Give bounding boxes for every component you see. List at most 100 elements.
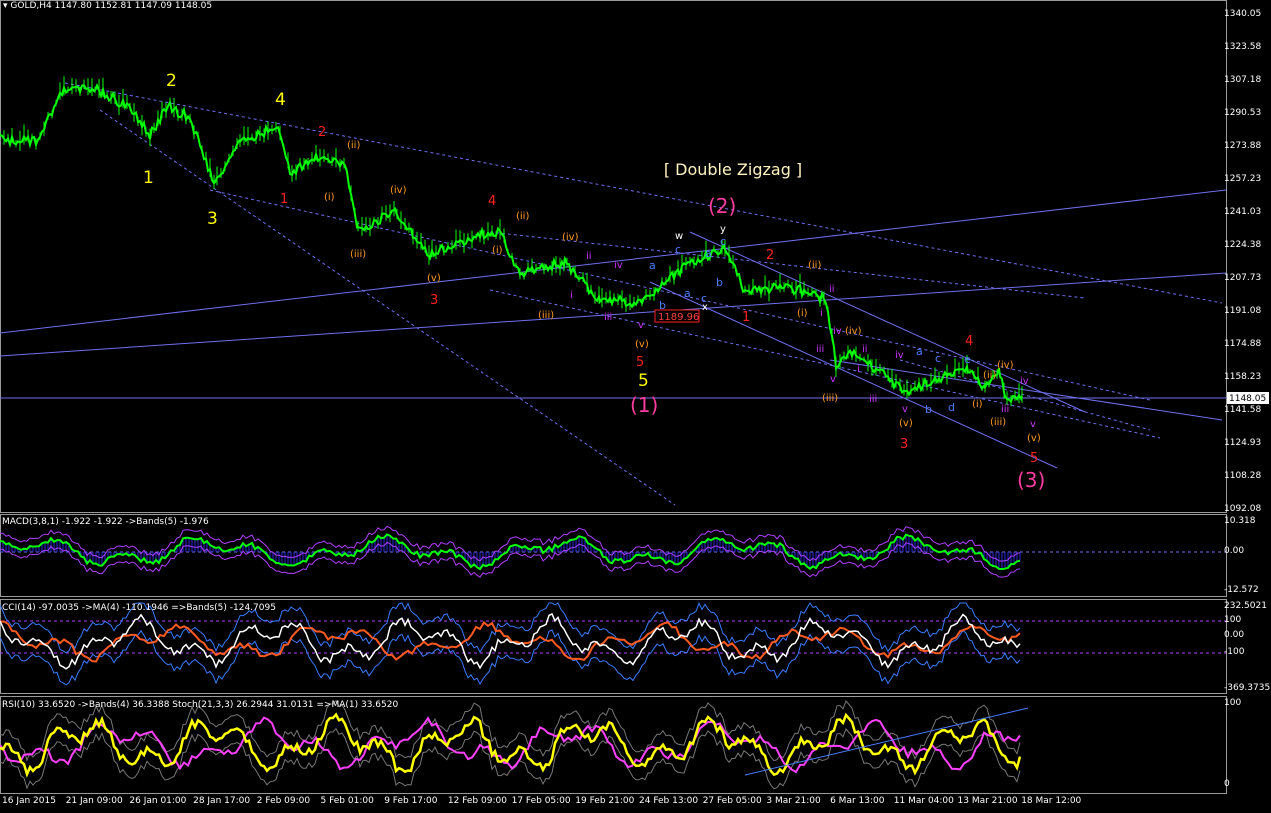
svg-text:v: v: [902, 404, 908, 415]
svg-text:(ii): (ii): [516, 211, 529, 222]
svg-text:(v): (v): [1027, 433, 1041, 444]
time-tick-label: 27 Feb 05:00: [702, 796, 762, 806]
macd-pane[interactable]: [0, 525, 1226, 578]
axis-tick-label: 1257.23: [1224, 174, 1262, 184]
axis-tick-label: 1323.58: [1224, 42, 1262, 52]
pane-borders: [0, 0, 1227, 794]
axis-tick-label: 1290.53: [1224, 108, 1262, 118]
rsi-label: RSI(10) 33.6520 ->Bands(4) 36.3388 Stoch…: [2, 700, 399, 710]
svg-text:3: 3: [900, 437, 908, 452]
chart-canvas[interactable]: 1189.96 [ Double Zigzag ] 2 4 1 3 5 (2) …: [0, 0, 1271, 813]
time-tick-label: 3 Mar 21:00: [766, 796, 821, 806]
svg-text:v: v: [1030, 419, 1036, 430]
time-tick-label: 12 Feb 09:00: [447, 796, 507, 806]
stoch-line: [0, 716, 1021, 774]
svg-text:(iv): (iv): [562, 232, 579, 243]
svg-text:(iv): (iv): [390, 185, 407, 196]
solid-trendlines: [0, 189, 1227, 469]
time-tick-label: 5 Feb 01:00: [320, 796, 374, 806]
svg-text:a: a: [684, 287, 691, 300]
dotted-trendlines: [64, 82, 1223, 506]
rsi-trendline: [744, 707, 1029, 776]
svg-text:2: 2: [766, 248, 774, 263]
time-tick-label: 21 Jan 09:00: [65, 796, 123, 806]
svg-text:(i): (i): [972, 399, 983, 410]
svg-text:2: 2: [318, 125, 326, 140]
svg-text:iv: iv: [1020, 376, 1029, 387]
svg-text:iii: iii: [1001, 404, 1009, 415]
svg-text:iv: iv: [833, 326, 842, 337]
axis-tick-label: 1108.28: [1224, 471, 1262, 481]
axis-tick-label: -369.3735: [1224, 683, 1271, 693]
svg-text:d: d: [948, 401, 955, 414]
svg-text:(v): (v): [635, 339, 649, 350]
svg-text:iv: iv: [614, 260, 623, 271]
price-chart[interactable]: 1189.96 [ Double Zigzag ] 2 4 1 3 5 (2) …: [0, 71, 1227, 506]
time-tick-label: 17 Feb 05:00: [511, 796, 571, 806]
wave-label-paren-1: (1): [630, 393, 658, 417]
wave-label-1: 1: [143, 168, 154, 188]
magenta-wave-labels: (2) (1) (3): [630, 194, 1045, 492]
svg-text:4: 4: [488, 194, 496, 209]
svg-text:iv: iv: [895, 350, 904, 361]
axis-tick-label: 1273.88: [1224, 141, 1262, 151]
axis-tick-label: 100: [1224, 615, 1242, 625]
svg-text:a: a: [705, 247, 712, 260]
svg-text:ii: ii: [862, 344, 868, 355]
svg-text:b: b: [925, 403, 932, 416]
wave-label-5: 5: [638, 371, 649, 391]
yellow-wave-labels: 2 4 1 3 5: [143, 71, 649, 391]
svg-text:ii: ii: [586, 251, 592, 262]
svg-text:iii: iii: [816, 344, 824, 355]
svg-text:3: 3: [430, 293, 438, 308]
svg-text:i: i: [820, 308, 823, 319]
axis-tick-label: 1307.18: [1224, 75, 1262, 85]
svg-text:(ii): (ii): [983, 370, 996, 381]
axis-tick-label: 1158.23: [1224, 372, 1262, 382]
axis-tick-label: 0.00: [1224, 546, 1245, 556]
svg-text:c: c: [675, 243, 681, 256]
svg-text:5: 5: [636, 355, 644, 370]
axis-tick-label: -12.572: [1224, 585, 1259, 595]
axis-tick-label: -100: [1224, 647, 1245, 657]
svg-text:(iii): (iii): [350, 249, 366, 260]
svg-text:(v): (v): [427, 273, 441, 284]
svg-text:ii: ii: [829, 284, 835, 295]
axis-tick-label: 232.5021: [1224, 601, 1267, 611]
svg-text:(ii): (ii): [347, 140, 360, 151]
svg-text:(v): (v): [899, 418, 913, 429]
time-tick-label: 2 Feb 09:00: [256, 796, 311, 806]
cci-pane[interactable]: [0, 601, 1226, 686]
axis-tick-label: 1241.03: [1224, 207, 1262, 217]
svg-text:e: e: [964, 353, 971, 366]
macd-label: MACD(3,8,1) -1.922 -1.922 ->Bands(5) -1.…: [2, 517, 209, 527]
wave-label-3: 3: [207, 209, 218, 229]
svg-text:(i): (i): [492, 245, 503, 256]
wave-label-paren-3: (3): [1017, 468, 1045, 492]
time-tick-label: 6 Mar 13:00: [830, 796, 885, 806]
svg-text:4: 4: [965, 334, 973, 349]
svg-text:i: i: [570, 290, 573, 301]
svg-text:(iv): (iv): [997, 360, 1014, 371]
svg-text:iii: iii: [604, 312, 612, 323]
svg-text:x: x: [702, 302, 708, 313]
symbol-header: ▾ GOLD,H4 1147.80 1152.81 1147.09 1148.0…: [3, 1, 213, 11]
svg-text:(ii): (ii): [808, 260, 821, 271]
svg-text:v: v: [638, 320, 644, 331]
svg-text:y: y: [720, 224, 726, 235]
time-tick-label: 9 Feb 17:00: [384, 796, 438, 806]
axis-tick-label: 1092.08: [1224, 504, 1262, 514]
price-box-label: 1189.96: [658, 312, 699, 323]
svg-text:(iv): (iv): [845, 326, 862, 337]
axis-tick-label: 10.318: [1224, 516, 1256, 526]
time-tick-label: 24 Feb 13:00: [639, 796, 699, 806]
axis-tick-label: 100: [1224, 698, 1242, 708]
svg-text:5: 5: [1030, 451, 1038, 466]
time-tick-label: 19 Feb 21:00: [575, 796, 635, 806]
time-tick-label: 28 Jan 17:00: [193, 796, 251, 806]
rsi-pane[interactable]: [0, 699, 1029, 790]
svg-text:w: w: [675, 231, 683, 242]
svg-text:(iii): (iii): [822, 393, 838, 404]
svg-text:(iii): (iii): [990, 417, 1006, 428]
time-tick-label: 26 Jan 01:00: [129, 796, 187, 806]
